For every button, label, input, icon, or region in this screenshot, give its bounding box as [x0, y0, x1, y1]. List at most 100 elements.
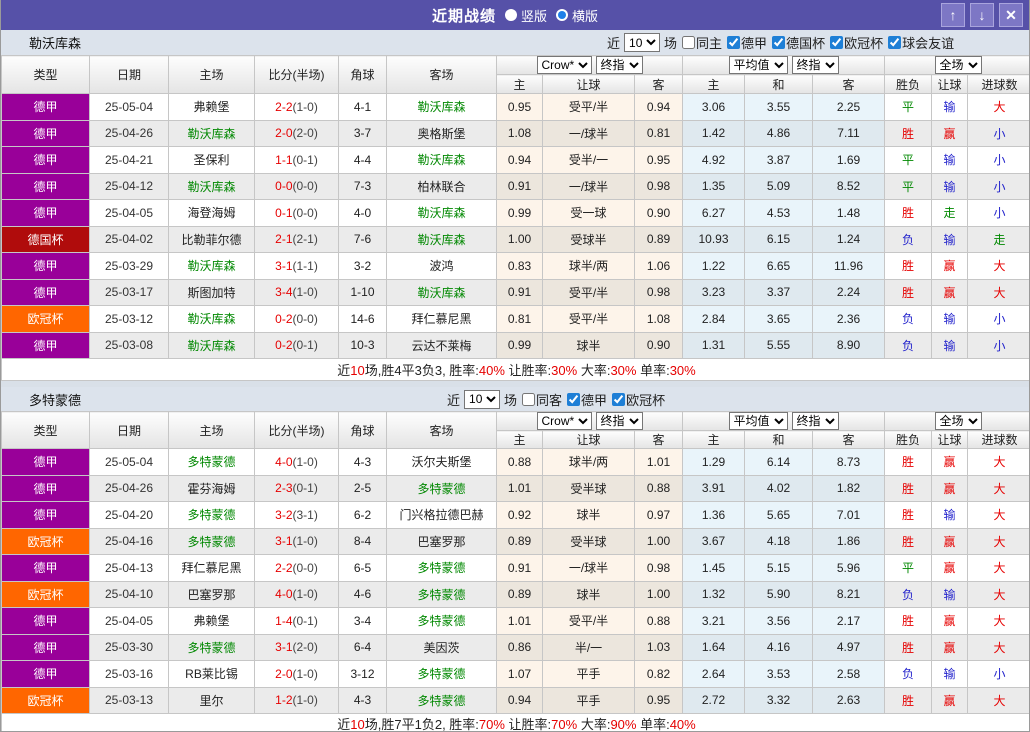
odds-stage-select[interactable]: 终指 — [595, 56, 643, 74]
same-venue-filter[interactable]: 同客 — [522, 390, 562, 409]
odds-source-select[interactable]: Crow* — [536, 56, 592, 74]
league-checkbox[interactable] — [830, 36, 844, 49]
avg-away-odds: 8.90 — [811, 331, 886, 359]
avg-away-odds: 7.11 — [811, 119, 886, 147]
league-filter-bundesliga[interactable]: 德甲 — [567, 390, 607, 409]
score: 0-1(0-0) — [254, 199, 339, 227]
summary-text: 近 — [337, 363, 351, 378]
league-badge: 欧冠杯 — [1, 527, 90, 555]
league-checkbox[interactable] — [772, 36, 786, 49]
average-select[interactable]: 平均值 — [728, 412, 788, 430]
odds-source-header: Crow* 终指 — [496, 55, 683, 75]
col-header-score: 比分(半场) — [254, 411, 339, 449]
scope-select[interactable]: 全场 — [934, 412, 982, 430]
col-header-hcp-away: 客 — [634, 74, 683, 94]
vertical-radio-icon[interactable] — [504, 9, 517, 21]
corner-score: 4-1 — [338, 93, 387, 121]
league-filter-bundesliga[interactable]: 德甲 — [727, 33, 767, 52]
close-button[interactable]: ✕ — [999, 3, 1023, 27]
handicap-home-odds: 0.94 — [496, 146, 543, 174]
move-up-button[interactable]: ↑ — [941, 3, 965, 27]
result-goals: 大 — [967, 474, 1029, 502]
horizontal-radio-icon[interactable] — [556, 9, 568, 21]
handicap-home-odds: 0.94 — [496, 686, 543, 714]
summary-stat-value: 30% — [669, 363, 696, 378]
away-team: 多特蒙德 — [386, 607, 497, 635]
result-handicap: 输 — [931, 305, 969, 333]
match-date: 25-03-29 — [89, 252, 169, 280]
result-goals: 大 — [967, 93, 1029, 121]
avg-draw-odds: 5.15 — [744, 554, 813, 582]
match-date: 25-05-04 — [89, 93, 169, 121]
avg-home-odds: 10.93 — [682, 225, 745, 253]
same-venue-filter[interactable]: 同主 — [682, 33, 722, 52]
league-filter-ucl[interactable]: 欧冠杯 — [612, 390, 665, 409]
result-goals: 小 — [967, 660, 1029, 688]
match-row: 德甲 25-03-17 斯图加特 3-4(1-0) 1-10 勒沃库森 0.91 受平/半 0.… — [1, 278, 1029, 306]
handicap-line: 受半/一 — [542, 146, 635, 174]
league-checkbox[interactable] — [612, 392, 626, 406]
odds-source-select[interactable]: Crow* — [536, 412, 592, 430]
handicap-line: 受球半 — [542, 225, 635, 253]
league-checkbox[interactable] — [888, 36, 902, 49]
corner-score: 1-10 — [338, 278, 387, 306]
section-dortmund: 多特蒙德 近 10 场 同客 德甲 欧冠杯 类型 日期 主场 比分(半场) 角球… — [1, 387, 1029, 732]
result-handicap: 输 — [931, 93, 969, 121]
col-header-avg-home: 主 — [682, 430, 745, 449]
league-filter-friendly[interactable]: 球会友谊 — [888, 33, 954, 52]
result-outcome: 负 — [884, 660, 933, 688]
corner-score: 4-6 — [338, 580, 387, 608]
league-filter-ucl[interactable]: 欧冠杯 — [830, 33, 883, 52]
horizontal-radio-label: 横版 — [572, 8, 599, 24]
average-stage-select[interactable]: 终指 — [791, 56, 839, 74]
summary-stat-value: 40% — [669, 717, 696, 732]
result-goals: 大 — [967, 501, 1029, 529]
average-select[interactable]: 平均值 — [728, 56, 788, 74]
col-header-away: 客场 — [386, 55, 497, 94]
col-header-home: 主场 — [168, 411, 255, 449]
score: 2-2(1-0) — [254, 93, 339, 121]
match-count-select[interactable]: 10 — [464, 389, 501, 409]
result-handicap: 输 — [931, 225, 969, 253]
away-team: 波鸿 — [386, 252, 497, 280]
col-header-outcome: 胜负 — [884, 74, 933, 94]
move-down-button[interactable]: ↓ — [970, 3, 994, 27]
handicap-away-odds: 1.01 — [634, 448, 683, 476]
avg-away-odds: 2.36 — [811, 305, 886, 333]
away-team: 巴塞罗那 — [386, 527, 497, 555]
col-header-hcp-line: 让球 — [542, 430, 635, 449]
result-goals: 大 — [967, 686, 1029, 714]
league-checkbox[interactable] — [567, 392, 581, 406]
home-team: 拜仁慕尼黑 — [168, 554, 255, 582]
corner-score: 3-7 — [338, 119, 387, 147]
odds-stage-select[interactable]: 终指 — [595, 412, 643, 430]
section-summary: 近10场,胜7平1负2, 胜率:70% 让胜率:70% 大率:90% 单率:40… — [1, 713, 1029, 732]
handicap-home-odds: 0.88 — [496, 448, 543, 476]
scope-select[interactable]: 全场 — [934, 56, 982, 74]
avg-home-odds: 3.67 — [682, 527, 745, 555]
away-team: 美因茨 — [386, 633, 497, 661]
result-handicap: 赢 — [931, 448, 969, 476]
view-option-vertical[interactable]: 竖版 — [504, 6, 547, 25]
corner-score: 14-6 — [338, 305, 387, 333]
result-outcome: 负 — [884, 225, 933, 253]
result-goals: 小 — [967, 119, 1029, 147]
avg-draw-odds: 6.14 — [744, 448, 813, 476]
league-badge: 德甲 — [1, 660, 90, 688]
same-venue-checkbox[interactable] — [522, 392, 536, 406]
avg-home-odds: 1.35 — [682, 172, 745, 200]
match-count-select[interactable]: 10 — [624, 33, 661, 52]
league-filter-dfb-pokal[interactable]: 德国杯 — [772, 33, 825, 52]
view-option-horizontal[interactable]: 横版 — [556, 6, 598, 25]
match-date: 25-04-16 — [89, 527, 169, 555]
col-header-hcp-line: 让球 — [542, 74, 635, 94]
arrow-up-icon: ↑ — [949, 7, 957, 23]
col-header-hcp-away: 客 — [634, 430, 683, 449]
average-stage-select[interactable]: 终指 — [791, 412, 839, 430]
result-goals: 大 — [967, 633, 1029, 661]
same-venue-checkbox[interactable] — [682, 36, 696, 49]
handicap-line: 受半球 — [542, 527, 635, 555]
league-checkbox[interactable] — [727, 36, 741, 49]
result-outcome: 胜 — [884, 199, 933, 227]
avg-draw-odds: 4.86 — [744, 119, 813, 147]
